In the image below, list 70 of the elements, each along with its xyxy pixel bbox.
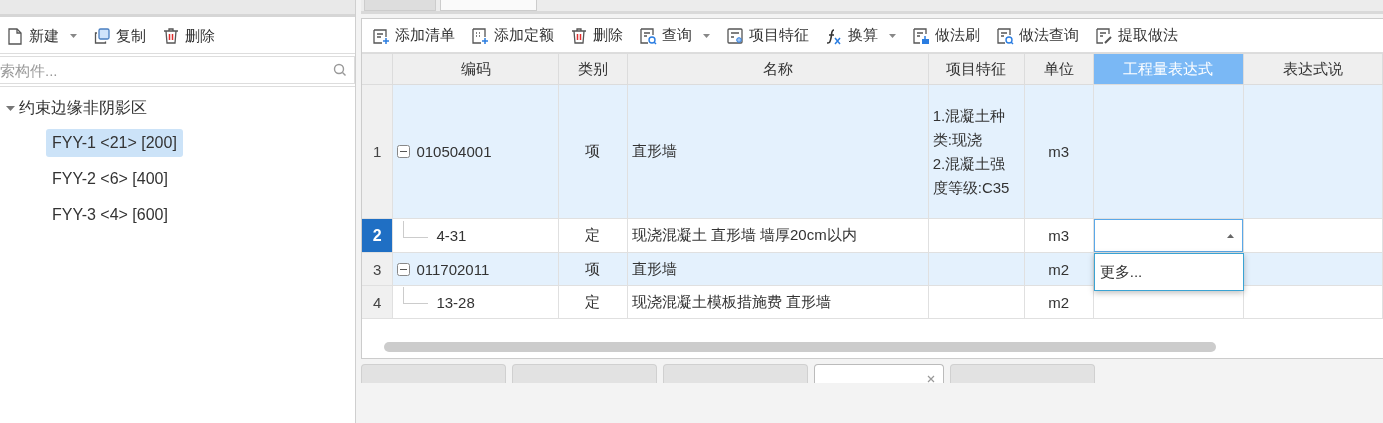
column-header[interactable]: 编码 (392, 53, 559, 85)
tree-item[interactable]: FYY-3 <4> [600] (46, 201, 174, 229)
toolbar-button[interactable]: 做法查询 (990, 22, 1085, 49)
tree-group-label[interactable]: 约束边缘非阴影区 (19, 97, 147, 119)
copy-icon (93, 27, 111, 45)
toolbar-button[interactable]: 删除 (564, 22, 629, 49)
table-cell: m3 (1024, 218, 1094, 253)
row-number[interactable]: 2 (362, 219, 393, 252)
toolbar-button[interactable]: 提取做法 (1089, 22, 1184, 49)
tab[interactable] (364, 0, 436, 11)
tab[interactable] (814, 364, 944, 383)
tree-item[interactable]: FYY-2 <6> [400] (46, 165, 174, 193)
table-cell: m2 (1024, 252, 1094, 286)
search-field[interactable]: 索构件... (0, 56, 355, 84)
table-cell: 定 (558, 218, 628, 253)
table-cell: 现浇混凝土 直形墙 墙厚20cm以内 (627, 218, 929, 253)
tree-connector-line (403, 287, 429, 304)
trash-icon (570, 26, 588, 45)
search-icon (639, 26, 657, 45)
close-icon[interactable] (927, 375, 935, 383)
toolbar-button[interactable]: 项目特征 (720, 22, 815, 49)
horizontal-scrollbar[interactable] (384, 342, 1216, 352)
table-cell: 项 (558, 252, 628, 286)
extract-icon (1095, 26, 1113, 45)
toolbar-button[interactable]: 添加清单 (366, 22, 461, 49)
expression-dropdown[interactable] (1093, 219, 1244, 252)
table-cell: 直形墙 (627, 84, 929, 219)
brush-icon (912, 26, 930, 45)
caret-up-icon (1227, 233, 1235, 238)
toolbar-button[interactable]: 复制 (87, 22, 152, 50)
tab[interactable] (663, 364, 808, 383)
tree-connector-line (403, 220, 429, 238)
table-cell: 现浇混凝土模板措施费 直形墙 (627, 285, 929, 319)
feature-icon (726, 26, 744, 45)
search-icon[interactable] (333, 63, 347, 77)
table-cell: 定 (558, 285, 628, 319)
search-icon (996, 26, 1014, 45)
toolbar-button[interactable]: 删除 (156, 22, 221, 50)
code-text: 011702011 (416, 260, 490, 278)
table-cell: m2 (1024, 285, 1094, 319)
toolbar-button[interactable]: 添加定额 (465, 22, 560, 49)
tab[interactable] (440, 0, 537, 11)
table-cell: 1.混凝土种类:现浇 2.混凝土强度等级:C35 (928, 84, 1025, 219)
code-text: 4-31 (436, 227, 467, 244)
collapse-icon[interactable] (397, 262, 411, 276)
toolbar-button[interactable]: 做法刷 (906, 22, 986, 49)
column-header[interactable]: 名称 (627, 53, 929, 85)
table-cell: m3 (1024, 84, 1094, 219)
column-header[interactable]: 单位 (1024, 53, 1094, 85)
code-text: 13-28 (436, 293, 475, 311)
table-cell: 项 (558, 84, 628, 219)
dotted-add-icon (471, 26, 489, 45)
toolbar-button[interactable]: 新建 (0, 22, 83, 50)
file-icon (6, 27, 24, 45)
tab[interactable] (361, 364, 506, 383)
function-icon (825, 26, 843, 45)
trash-icon (162, 27, 180, 45)
toolbar-button[interactable]: 换算 (819, 22, 902, 49)
tab[interactable] (950, 364, 1095, 383)
list-add-icon (372, 26, 390, 45)
collapse-icon[interactable] (397, 145, 411, 158)
column-header[interactable]: 项目特征 (928, 53, 1025, 85)
tree-item[interactable]: FYY-1 <21> [200] (46, 129, 183, 157)
table-cell: 直形墙 (627, 252, 929, 286)
code-text: 010504001 (416, 143, 492, 160)
toolbar-button[interactable]: 查询 (633, 22, 716, 49)
expand-triangle-icon[interactable] (6, 103, 15, 113)
column-header[interactable]: 类别 (558, 53, 628, 85)
column-header[interactable]: 表达式说 (1243, 53, 1383, 85)
tab[interactable] (512, 364, 657, 383)
